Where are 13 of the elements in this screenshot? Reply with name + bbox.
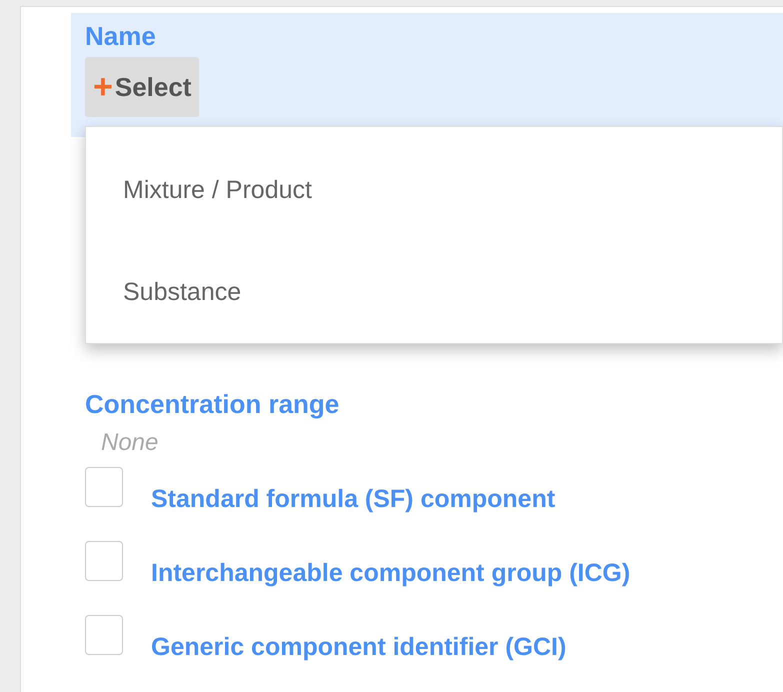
plus-icon: +	[93, 70, 113, 104]
checkbox[interactable]	[85, 541, 123, 581]
menu-item[interactable]: Mixture / Product	[86, 178, 312, 202]
checkbox[interactable]	[85, 467, 123, 507]
field-label: Concentration range	[85, 388, 340, 421]
checkbox-label[interactable]: Generic component identifier (GCI)	[151, 632, 566, 662]
field-label: Name	[85, 20, 157, 53]
menu-item[interactable]: Substance	[86, 280, 242, 304]
checkbox-label[interactable]: Standard formula (SF) component	[151, 484, 556, 514]
field-value: None	[101, 429, 160, 457]
select-button[interactable]: +Select	[85, 57, 200, 117]
checkbox[interactable]	[85, 615, 123, 655]
checkbox-label[interactable]: Interchangeable component group (ICG)	[151, 558, 630, 588]
